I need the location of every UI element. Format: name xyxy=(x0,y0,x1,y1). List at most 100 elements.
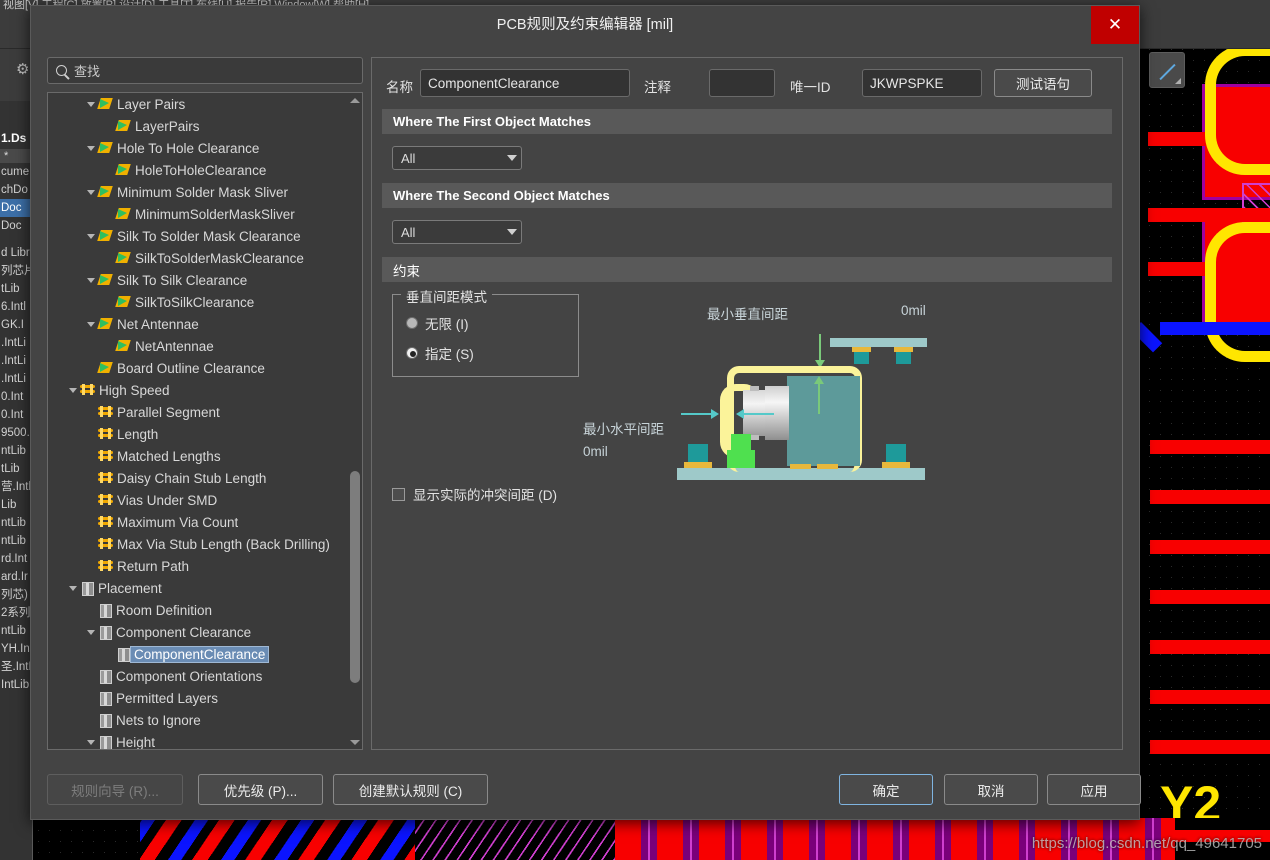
search-input[interactable]: 查找 xyxy=(47,57,363,84)
project-row[interactable]: d Libr xyxy=(0,244,32,262)
project-row[interactable]: Doc xyxy=(0,199,32,217)
project-row[interactable]: .IntLi xyxy=(0,370,32,388)
tree-item-parallel-segment[interactable]: Parallel Segment xyxy=(48,401,348,423)
tree-item-silktosilkclearance[interactable]: SilkToSilkClearance xyxy=(48,291,348,313)
tree-item-silk-to-silk-clearance[interactable]: Silk To Silk Clearance xyxy=(48,269,348,291)
name-field[interactable]: ComponentClearance xyxy=(420,69,630,97)
tree-item-minimumsoldermasksliver[interactable]: MinimumSolderMaskSliver xyxy=(48,203,348,225)
chevron-down-icon[interactable] xyxy=(84,731,98,749)
min-vertical-value[interactable]: 0mil xyxy=(901,303,926,318)
first-object-scope-select[interactable]: All xyxy=(392,146,522,170)
tree-item-silktosoldermaskclearance[interactable]: SilkToSolderMaskClearance xyxy=(48,247,348,269)
project-row[interactable]: GK.I xyxy=(0,316,32,334)
tree-item-minimum-solder-mask-sliver[interactable]: Minimum Solder Mask Sliver xyxy=(48,181,348,203)
tree-item-return-path[interactable]: Return Path xyxy=(48,555,348,577)
project-row[interactable]: ard.Ir xyxy=(0,568,32,586)
radio-specified[interactable]: 指定 (S) xyxy=(406,343,474,363)
project-row[interactable]: .IntLi xyxy=(0,334,32,352)
project-row[interactable]: 圣.IntLib xyxy=(0,658,32,676)
create-default-rules-button[interactable]: 创建默认规则 (C) xyxy=(333,774,488,805)
ok-button[interactable]: 确定 xyxy=(839,774,933,805)
radio-infinite[interactable]: 无限 (I) xyxy=(406,313,469,333)
chevron-down-icon[interactable] xyxy=(84,621,98,643)
project-row[interactable]: 列芯) xyxy=(0,586,32,604)
illus-horizontal-arrow xyxy=(742,413,774,415)
tree-item-matched-lengths[interactable]: Matched Lengths xyxy=(48,445,348,467)
project-row[interactable]: 0.Int xyxy=(0,388,32,406)
project-row[interactable]: 9500. xyxy=(0,424,32,442)
project-row[interactable]: 0.Int xyxy=(0,406,32,424)
tree-item-nets-to-ignore[interactable]: Nets to Ignore xyxy=(48,709,348,731)
project-row[interactable]: 营.Intl xyxy=(0,478,32,496)
tree-item-silk-to-solder-mask-clearance[interactable]: Silk To Solder Mask Clearance xyxy=(48,225,348,247)
show-actual-clearance-checkbox[interactable]: 显示实际的冲突间距 (D) xyxy=(392,484,557,504)
scroll-down-button[interactable] xyxy=(348,735,362,749)
project-row[interactable]: tLib xyxy=(0,460,32,478)
project-row[interactable]: cume xyxy=(0,163,32,181)
project-row[interactable]: Doc xyxy=(0,217,32,235)
tree-item-layerpairs[interactable]: LayerPairs xyxy=(48,115,348,137)
chevron-down-icon[interactable] xyxy=(84,313,98,335)
close-icon[interactable]: ✕ xyxy=(1091,6,1139,44)
tree-expander-placeholder xyxy=(84,489,98,511)
line-tool-icon[interactable] xyxy=(1149,52,1185,88)
project-row[interactable]: ntLib xyxy=(0,442,32,460)
scroll-up-button[interactable] xyxy=(348,93,362,107)
tree-item-room-definition[interactable]: Room Definition xyxy=(48,599,348,621)
tree-item-componentclearance[interactable]: ComponentClearance xyxy=(48,643,348,665)
tree-item-placement[interactable]: Placement xyxy=(48,577,348,599)
expander-arrow xyxy=(87,629,95,635)
chevron-down-icon[interactable] xyxy=(66,379,80,401)
tree-item-hole-to-hole-clearance[interactable]: Hole To Hole Clearance xyxy=(48,137,348,159)
chevron-down-icon[interactable] xyxy=(66,577,80,599)
project-row[interactable]: ntLib xyxy=(0,532,32,550)
tree-item-max-via-stub-length-back-drilling[interactable]: Max Via Stub Length (Back Drilling) xyxy=(48,533,348,555)
second-object-scope-select[interactable]: All xyxy=(392,220,522,244)
chevron-down-icon[interactable] xyxy=(84,269,98,291)
tree-item-component-clearance[interactable]: Component Clearance xyxy=(48,621,348,643)
cancel-button[interactable]: 取消 xyxy=(944,774,1038,805)
tree-item-netantennae[interactable]: NetAntennae xyxy=(48,335,348,357)
min-horizontal-value[interactable]: 0mil xyxy=(583,444,608,459)
tree-item-layer-pairs[interactable]: Layer Pairs xyxy=(48,93,348,115)
tree-item-holetoholeclearance[interactable]: HoleToHoleClearance xyxy=(48,159,348,181)
tree-item-board-outline-clearance[interactable]: Board Outline Clearance xyxy=(48,357,348,379)
chevron-down-icon[interactable] xyxy=(84,225,98,247)
scrollbar-thumb[interactable] xyxy=(350,471,360,683)
priority-button[interactable]: 优先级 (P)... xyxy=(198,774,323,805)
project-row[interactable]: IntLib xyxy=(0,676,32,694)
project-row[interactable]: ntLib xyxy=(0,514,32,532)
tree-item-net-antennae[interactable]: Net Antennae xyxy=(48,313,348,335)
project-row[interactable]: Lib xyxy=(0,496,32,514)
project-row[interactable]: YH.Int xyxy=(0,640,32,658)
tree-item-height[interactable]: Height xyxy=(48,731,348,749)
rules-tree-list[interactable]: Layer Pairs LayerPairs Hole To Hole Cleara… xyxy=(48,93,348,749)
tree-item-daisy-chain-stub-length[interactable]: Daisy Chain Stub Length xyxy=(48,467,348,489)
min-horizontal-label: 最小水平间距 xyxy=(583,422,664,437)
project-row[interactable]: 2系列 xyxy=(0,604,32,622)
project-row[interactable]: .IntLi xyxy=(0,352,32,370)
tree-item-permitted-layers[interactable]: Permitted Layers xyxy=(48,687,348,709)
tree-vertical-scrollbar[interactable] xyxy=(348,93,362,749)
tree-item-vias-under-smd[interactable]: Vias Under SMD xyxy=(48,489,348,511)
tree-item-maximum-via-count[interactable]: Maximum Via Count xyxy=(48,511,348,533)
project-row[interactable]: ntLib xyxy=(0,622,32,640)
rule-wizard-button[interactable]: 规则向导 (R)... xyxy=(47,774,183,805)
comment-field[interactable] xyxy=(709,69,775,97)
projects-panel[interactable]: 1.Ds * cume chDo Doc Doc d Libr 列芯片 tLib 6.Intl… xyxy=(0,101,33,860)
project-row[interactable]: chDo xyxy=(0,181,32,199)
project-row[interactable]: rd.Int xyxy=(0,550,32,568)
project-row[interactable]: 6.Intl xyxy=(0,298,32,316)
chevron-down-icon[interactable] xyxy=(84,93,98,115)
project-row[interactable]: tLib xyxy=(0,280,32,298)
project-row[interactable]: 列芯片 xyxy=(0,262,32,280)
tree-item-length[interactable]: Length xyxy=(48,423,348,445)
rules-tree-panel[interactable]: Layer Pairs LayerPairs Hole To Hole Cleara… xyxy=(47,92,363,750)
unique-id-field[interactable]: JKWPSPKE xyxy=(862,69,982,97)
test-query-button[interactable]: 测试语句 xyxy=(994,69,1092,97)
tree-item-high-speed[interactable]: High Speed xyxy=(48,379,348,401)
chevron-down-icon[interactable] xyxy=(84,181,98,203)
apply-button[interactable]: 应用 xyxy=(1047,774,1141,805)
chevron-down-icon[interactable] xyxy=(84,137,98,159)
tree-item-component-orientations[interactable]: Component Orientations xyxy=(48,665,348,687)
